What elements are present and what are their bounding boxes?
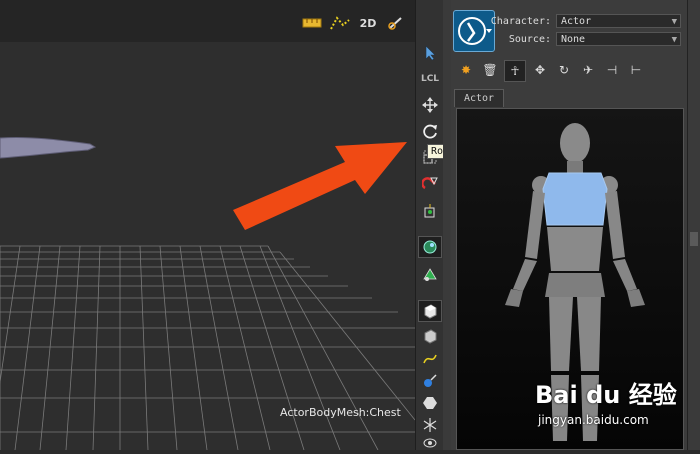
2d-view-icon[interactable]: 2D <box>357 12 379 34</box>
light-tool-button[interactable] <box>418 370 442 392</box>
move-tool-button[interactable] <box>418 94 442 116</box>
source-value: None <box>561 34 586 45</box>
highlight-arrow <box>233 142 407 230</box>
curve-tool-button[interactable] <box>418 348 442 370</box>
link-icon[interactable] <box>385 12 407 34</box>
new-character-icon[interactable]: ✸ <box>456 60 476 80</box>
panel-scrollbar[interactable] <box>687 0 700 450</box>
view-globe-button[interactable] <box>418 236 442 258</box>
character-dropdown[interactable]: Actor ▼ <box>556 14 681 28</box>
watermark: Bai du 经验 jingyan.baidu.com <box>535 375 677 427</box>
ik-rotate-icon[interactable]: ↻ <box>554 60 574 80</box>
wire-cube-button[interactable] <box>418 325 442 347</box>
select-tool-button[interactable] <box>418 42 442 64</box>
character-label: Character: <box>490 16 551 27</box>
watermark-logo-text: Bai du 经验 <box>535 381 677 409</box>
rotate-tool-button[interactable] <box>418 120 442 142</box>
transform-toolbar: LCL <box>415 0 445 450</box>
watermark-url: jingyan.baidu.com <box>538 413 649 427</box>
scrollbar-thumb[interactable] <box>690 232 698 246</box>
fk-icon[interactable]: ✈ <box>578 60 598 80</box>
character-pose-icon[interactable]: ☥ <box>504 60 526 82</box>
tab-actor[interactable]: Actor <box>454 89 504 107</box>
3d-viewport[interactable]: 2D ActorBodyMesh:Chest <box>0 0 415 450</box>
panel-splitter[interactable] <box>443 0 451 450</box>
shape-tool-button[interactable] <box>418 392 442 414</box>
viewport-top-toolbar: 2D <box>301 12 407 34</box>
ruler-icon[interactable] <box>301 12 323 34</box>
source-dropdown[interactable]: None ▼ <box>556 32 681 46</box>
pin-dropdown-icon[interactable]: ⊢ <box>626 60 646 80</box>
character-value: Actor <box>561 16 592 27</box>
local-space-button[interactable]: LCL <box>418 68 442 90</box>
mesh-name-label: ActorBodyMesh:Chest <box>280 406 401 419</box>
source-label: Source: <box>508 34 551 45</box>
eye-tool-button[interactable] <box>418 432 442 454</box>
magnet-tool-button[interactable] <box>418 172 442 194</box>
pivot-tool-button[interactable] <box>418 200 442 222</box>
solid-cube-button[interactable] <box>418 300 442 322</box>
delete-icon[interactable]: 🗑 <box>480 60 500 80</box>
chevron-down-icon: ▼ <box>671 35 677 45</box>
ik-move-icon[interactable]: ✥ <box>530 60 550 80</box>
camera-target-button[interactable] <box>418 264 442 286</box>
character-icon-row: ✸ 🗑 ☥ ✥ ↻ ✈ ⊣ ⊢ <box>456 60 646 82</box>
pin-icon[interactable]: ⊣ <box>602 60 622 80</box>
chevron-down-icon: ▼ <box>671 17 677 27</box>
path-icon[interactable] <box>329 12 351 34</box>
